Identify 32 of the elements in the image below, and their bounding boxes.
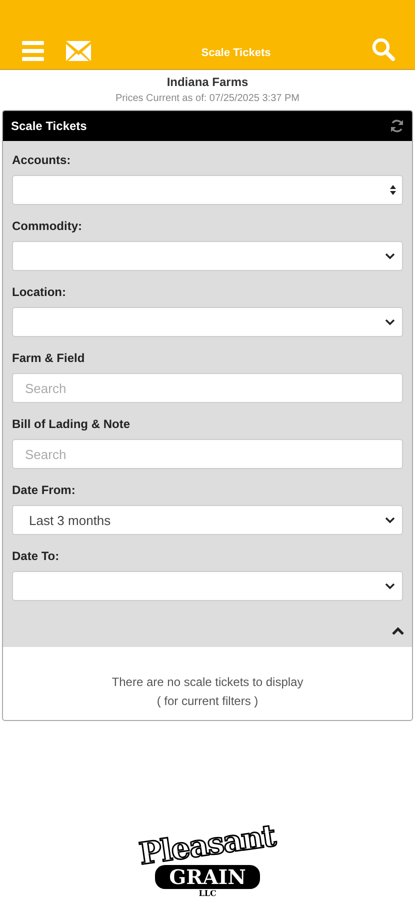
chevron-down-icon <box>384 582 396 590</box>
field-label: Commodity: <box>12 219 83 233</box>
page-title: Scale Tickets <box>200 47 272 61</box>
field-label: Bill of Lading & Note <box>12 417 131 431</box>
sort-arrows-icon <box>390 185 396 195</box>
field-label: Location: <box>12 285 67 299</box>
dropdown-select[interactable] <box>12 571 403 601</box>
field-label: Accounts: <box>12 153 72 167</box>
chevron-up-icon[interactable] <box>392 627 404 635</box>
chevron-down-icon <box>384 516 396 524</box>
mail-icon[interactable] <box>66 41 91 61</box>
field-label: Farm & Field <box>12 351 86 365</box>
search-field[interactable]: Search <box>12 439 403 469</box>
search-icon[interactable] <box>371 37 395 61</box>
prices-timestamp: Prices Current as of: 07/25/2025 3:37 PM <box>116 93 300 104</box>
dropdown-select[interactable] <box>12 307 403 337</box>
refresh-icon[interactable] <box>390 119 404 133</box>
logo-banner: GRAIN <box>155 865 260 889</box>
field-label: Date From: <box>12 483 76 497</box>
account-name: Indiana Farms <box>166 75 248 89</box>
search-field[interactable]: Search <box>12 373 403 403</box>
chevron-down-icon <box>384 252 396 260</box>
dropdown-select[interactable]: Last 3 months <box>12 505 403 535</box>
account-select[interactable] <box>12 175 403 205</box>
chevron-down-icon <box>384 318 396 326</box>
dropdown-select[interactable] <box>12 241 403 271</box>
empty-message: There are no scale tickets to display <box>112 675 304 689</box>
logo-suffix: LLC <box>198 889 216 898</box>
panel-title: Scale Tickets <box>11 119 87 133</box>
field-label: Date To: <box>12 549 60 563</box>
menu-icon[interactable] <box>22 41 44 61</box>
empty-message: ( for current filters ) <box>156 694 258 708</box>
